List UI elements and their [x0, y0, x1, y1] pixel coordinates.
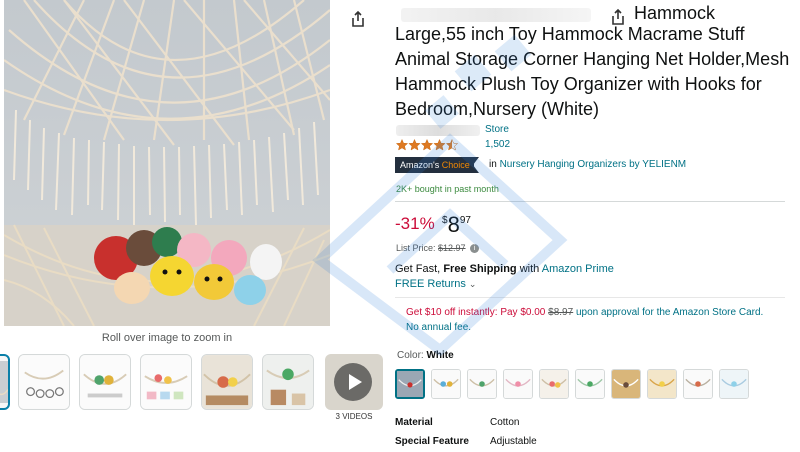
list-price-label: List Price: — [396, 243, 436, 253]
product-title: Large,55 inch Toy Hammock Macrame Stuff … — [395, 24, 790, 119]
amazons-choice-badge[interactable]: Amazon's Choice — [395, 157, 474, 173]
divider — [395, 201, 785, 202]
shipping-line: Get Fast, Free Shipping with Amazon Prim… — [395, 263, 614, 275]
title-top-line: Hammock — [395, 2, 785, 24]
play-icon[interactable] — [334, 363, 372, 401]
swatch-9[interactable] — [683, 369, 713, 399]
star-rating-icon[interactable] — [396, 139, 458, 151]
badge-category-link[interactable]: Nursery Hanging Organizers by YELIENM — [500, 159, 687, 170]
amazons-choice-row: Amazon's Choice in Nursery Hanging Organ… — [395, 157, 790, 173]
shipping-bold: Free Shipping — [443, 263, 517, 275]
thumbnail-1[interactable] — [0, 354, 10, 410]
selected-color: White — [426, 350, 454, 361]
swatch-2[interactable] — [431, 369, 461, 399]
price-whole: 8 — [447, 212, 460, 237]
swatch-3[interactable] — [467, 369, 497, 399]
thumbnail-2[interactable] — [18, 354, 70, 410]
swatch-1[interactable] — [395, 369, 425, 399]
badge-category: in Nursery Hanging Organizers by YELIENM — [489, 159, 686, 170]
title-fragment: Hammock — [634, 3, 716, 23]
main-product-image[interactable] — [4, 0, 330, 326]
bought-past-month: 2K+ bought in past month — [396, 184, 499, 194]
color-label: Color: White — [397, 350, 454, 361]
badge-accent: Choice — [441, 160, 470, 170]
store-link[interactable]: Store — [485, 124, 509, 135]
thumbnail-4[interactable] — [140, 354, 192, 410]
returns-label: FREE Returns — [395, 278, 466, 290]
badge-tail — [473, 157, 479, 173]
shipping-prefix: Get Fast, — [395, 263, 441, 275]
free-returns-link[interactable]: FREE Returns ⌄ — [395, 278, 476, 290]
list-price: List Price: $12.97 i — [396, 243, 480, 254]
zoom-hint: Roll over image to zoom in — [101, 332, 233, 344]
video-thumbnail[interactable] — [325, 354, 383, 410]
thumbnail-3[interactable] — [79, 354, 131, 410]
thumbnail-5[interactable] — [201, 354, 253, 410]
shipping-with: with — [519, 263, 540, 275]
promo-part1: Get $10 off instantly: Pay — [406, 307, 518, 318]
list-price-value: $12.97 — [438, 243, 466, 253]
promo-pay-amount: $0.00 — [520, 307, 546, 318]
blurred-region — [401, 8, 591, 22]
thumbnail-strip: 3 VIDEOS — [0, 354, 385, 421]
swatch-6[interactable] — [575, 369, 605, 399]
swatch-8[interactable] — [647, 369, 677, 399]
store-line: Store — [396, 124, 536, 137]
promo-strike-amount: $8.97 — [548, 307, 574, 318]
price: $897 — [442, 212, 471, 238]
swatch-7[interactable] — [611, 369, 641, 399]
spec-value: Cotton — [490, 417, 520, 428]
spec-key: Special Feature — [395, 436, 469, 447]
chevron-down-icon: ⌄ — [468, 279, 477, 289]
blurred-store-name — [396, 125, 480, 136]
share-icon[interactable] — [350, 10, 366, 28]
info-icon[interactable]: i — [470, 244, 480, 254]
spec-value: Adjustable — [490, 436, 537, 447]
price-fraction: 97 — [459, 215, 471, 226]
badge-prefix: Amazon's — [400, 160, 440, 170]
badge-in-text: in — [489, 159, 497, 170]
swatch-4[interactable] — [503, 369, 533, 399]
color-swatches — [395, 369, 795, 401]
spec-row: Special Feature Adjustable — [395, 433, 785, 452]
ratings-count-link[interactable]: 1,502 — [485, 139, 510, 150]
amazon-prime-link[interactable]: Amazon Prime — [542, 263, 614, 275]
videos-count-label: 3 VIDEOS — [335, 412, 373, 421]
spec-row: Material Cotton — [395, 414, 785, 433]
promo-text[interactable]: Get $10 off instantly: Pay $0.00 $8.97 u… — [406, 305, 776, 335]
color-label-text: Color: — [397, 350, 424, 361]
store-card-promo: Get $10 off instantly: Pay $0.00 $8.97 u… — [395, 297, 785, 337]
spec-table: Material Cotton Special Feature Adjustab… — [395, 414, 785, 452]
swatch-5[interactable] — [539, 369, 569, 399]
swatch-10[interactable] — [719, 369, 749, 399]
spec-key: Material — [395, 417, 433, 428]
thumbnail-6[interactable] — [262, 354, 314, 410]
price-currency: $ — [442, 215, 448, 226]
discount-percent: -31% — [395, 214, 435, 233]
